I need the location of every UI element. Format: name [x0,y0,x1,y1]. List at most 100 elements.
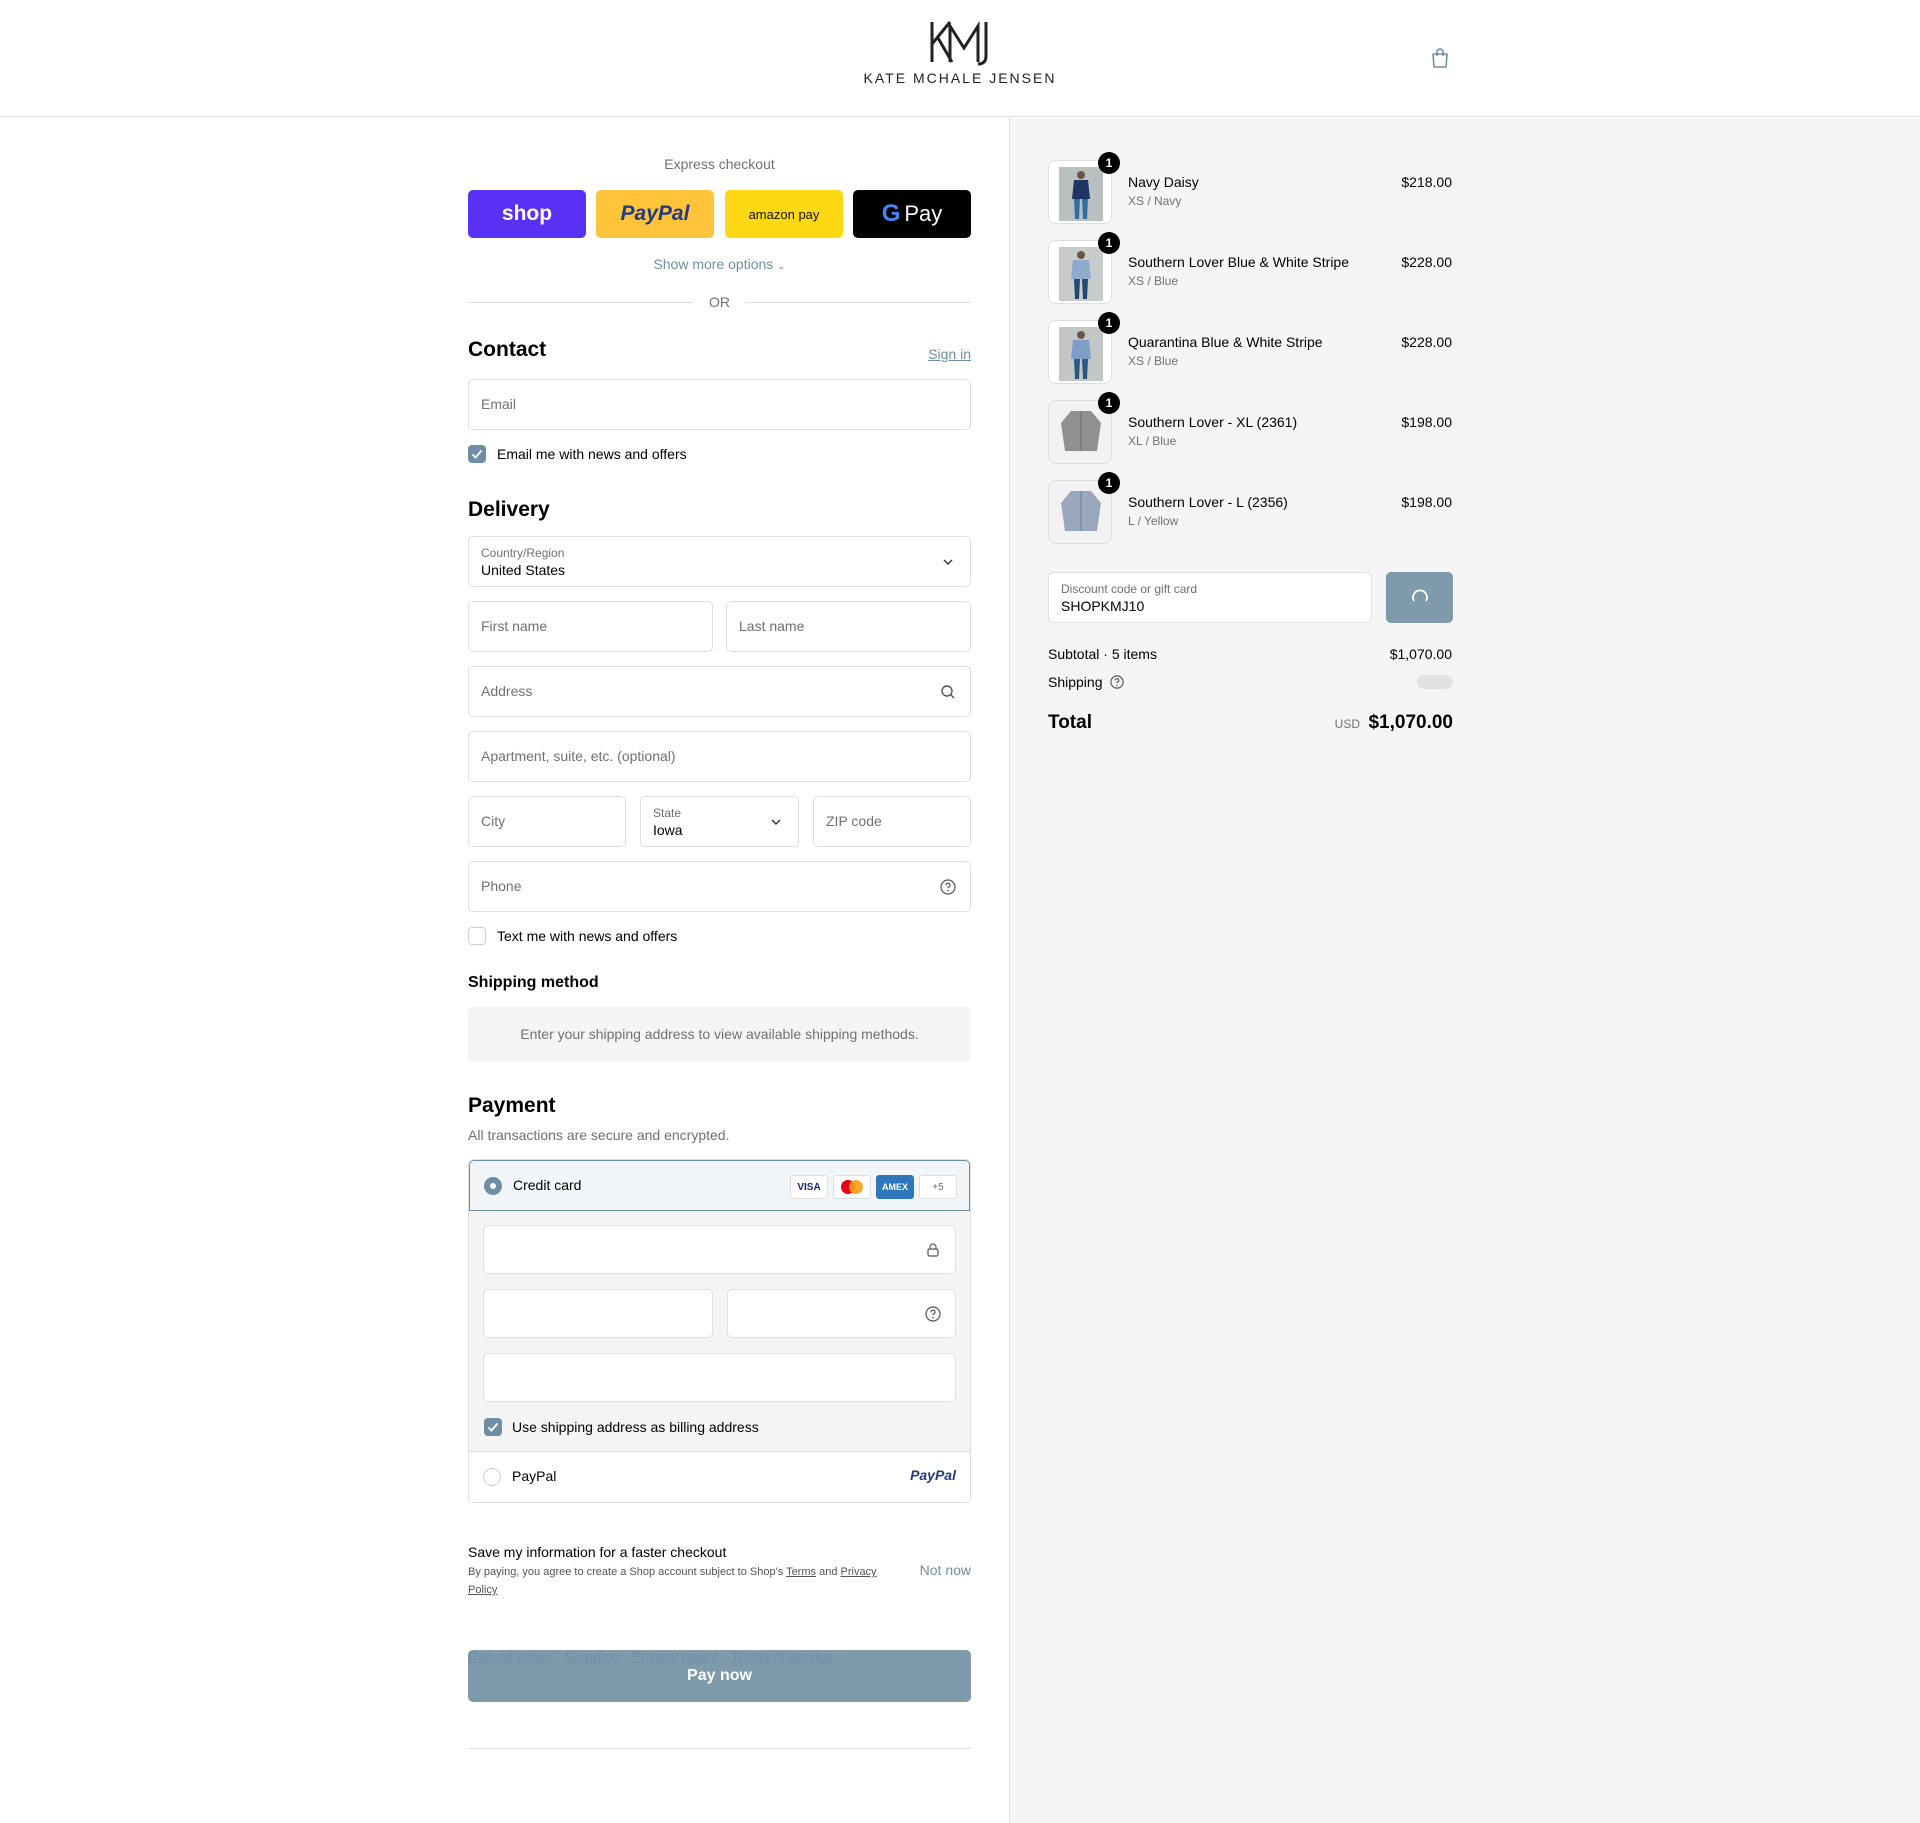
total-value: $1,070.00 [1368,712,1453,733]
shipping-label: Shipping [1048,674,1125,692]
shipping-policy-link[interactable]: Shipping [565,1648,620,1664]
more-cards-badge: +5 [919,1175,957,1199]
help-icon[interactable] [1110,675,1125,692]
text-news-checkbox[interactable] [468,927,486,945]
product-price: $228.00 [1401,334,1452,350]
search-icon [940,684,956,700]
visa-icon: VISA [790,1175,828,1199]
order-summary: 1 Navy Daisy XS / Navy $218.00 1 Souther… [1009,118,1920,1823]
product-price: $228.00 [1401,254,1452,270]
chevron-down-icon [768,814,784,830]
product-price: $198.00 [1401,494,1452,510]
product-variant: XS / Navy [1128,194,1182,208]
shop-terms-link[interactable]: Terms [786,1566,816,1578]
google-g-icon: G [881,200,901,227]
help-icon[interactable] [925,1306,941,1327]
first-name-field[interactable]: First name [468,601,713,652]
refund-policy-link[interactable]: Refund policy [468,1648,553,1664]
cart-item: 1 Southern Lover Blue & White Stripe XS … [1048,232,1452,306]
country-select[interactable]: Country/Region United States [468,536,971,587]
security-code-field[interactable] [727,1289,956,1338]
or-divider: OR [468,292,971,312]
header: KATE MCHALE JENSEN [0,0,1920,117]
brand-name: KATE MCHALE JENSEN [863,70,1057,86]
payment-heading: Payment [468,1094,556,1117]
city-field[interactable]: City [468,796,626,847]
terms-of-service-link[interactable]: Terms of service [731,1648,833,1664]
chevron-down-icon [940,554,956,570]
checkout-main: Express checkout shop PayPal amazon pay … [0,118,1009,1823]
zip-field[interactable]: ZIP code [813,796,971,847]
show-more-options[interactable]: Show more options ⌄ [468,256,971,272]
expiry-field[interactable] [483,1289,713,1338]
express-checkout-title: Express checkout [664,156,775,172]
product-name: Quarantina Blue & White Stripe [1128,334,1323,350]
footer-divider [468,1748,971,1749]
contact-heading: Contact [468,338,547,361]
privacy-policy-link[interactable]: Privacy policy [632,1648,718,1664]
phone-field[interactable]: Phone [468,861,971,912]
shop-pay-button[interactable]: shop [468,190,586,238]
shipping-method-notice: Enter your shipping address to view avai… [468,1007,971,1062]
product-variant: XS / Blue [1128,354,1179,368]
cart-item: 1 Southern Lover - XL (2361) XL / Blue $… [1048,392,1452,466]
not-now-button[interactable]: Not now [920,1562,971,1578]
product-variant: L / Yellow [1128,514,1179,528]
email-news-checkbox[interactable] [468,445,486,463]
payment-methods: Credit card VISA AMEX +5 Use shipping ad… [468,1159,971,1503]
shipping-value-placeholder [1417,675,1453,689]
product-name: Southern Lover - XL (2361) [1128,414,1298,430]
save-info-description: By paying, you agree to create a Shop ac… [468,1566,877,1596]
amex-icon: AMEX [876,1175,914,1199]
state-select[interactable]: State Iowa [640,796,799,847]
credit-card-label: Credit card [513,1177,582,1193]
product-variant: XS / Blue [1128,274,1179,288]
billing-address-label: Use shipping address as billing address [512,1419,759,1435]
quantity-badge: 1 [1098,232,1120,254]
text-news-label: Text me with news and offers [497,928,678,944]
product-variant: XL / Blue [1128,434,1177,448]
paypal-button[interactable]: PayPal [596,190,714,238]
billing-address-checkbox[interactable] [484,1418,502,1436]
help-icon[interactable] [940,879,956,895]
amazon-pay-button[interactable]: amazon pay [725,190,843,238]
paypal-label: PayPal [512,1468,557,1484]
delivery-heading: Delivery [468,498,550,521]
credit-card-form: Use shipping address as billing address [469,1211,970,1452]
mastercard-icon [833,1175,871,1199]
brand-logo[interactable]: KATE MCHALE JENSEN [860,18,1060,86]
credit-card-option[interactable]: Credit card VISA AMEX +5 [469,1160,970,1211]
credit-card-radio[interactable] [484,1177,502,1195]
paypal-option[interactable]: PayPal PayPal [469,1452,970,1502]
product-price: $218.00 [1401,174,1452,190]
paypal-logo: PayPal [910,1467,956,1483]
sign-in-link[interactable]: Sign in [928,346,971,362]
total-amount: USD $1,070.00 [1190,712,1453,734]
product-name: Southern Lover Blue & White Stripe [1128,254,1350,270]
shipping-method-heading: Shipping method [468,974,599,991]
loading-spinner-icon [1411,589,1428,601]
payment-subheading: All transactions are secure and encrypte… [468,1127,730,1143]
cart-item: 1 Southern Lover - L (2356) L / Yellow $… [1048,472,1452,546]
product-price: $198.00 [1401,414,1452,430]
address-field[interactable]: Address [468,666,971,717]
save-info-title: Save my information for a faster checkou… [468,1544,727,1560]
discount-code-field[interactable]: Discount code or gift card SHOPKMJ10 [1048,572,1372,623]
subtotal-value: $1,070.00 [1389,646,1452,662]
product-name: Southern Lover - L (2356) [1128,494,1288,510]
last-name-field[interactable]: Last name [726,601,971,652]
product-name: Navy Daisy [1128,174,1199,190]
currency-code: USD [1334,717,1361,731]
apply-discount-button[interactable] [1386,572,1453,623]
check-icon [471,449,483,459]
apartment-field[interactable]: Apartment, suite, etc. (optional) [468,731,971,782]
subtotal-label: Subtotal · 5 items [1048,646,1157,662]
google-pay-button[interactable]: G Pay [853,190,971,238]
card-number-field[interactable] [483,1225,956,1274]
email-field[interactable]: Email [468,379,971,430]
name-on-card-field[interactable] [483,1353,956,1402]
cart-item: 1 Quarantina Blue & White Stripe XS / Bl… [1048,312,1452,386]
quantity-badge: 1 [1098,392,1120,414]
paypal-radio[interactable] [483,1468,501,1486]
cart-icon[interactable] [1428,46,1452,70]
